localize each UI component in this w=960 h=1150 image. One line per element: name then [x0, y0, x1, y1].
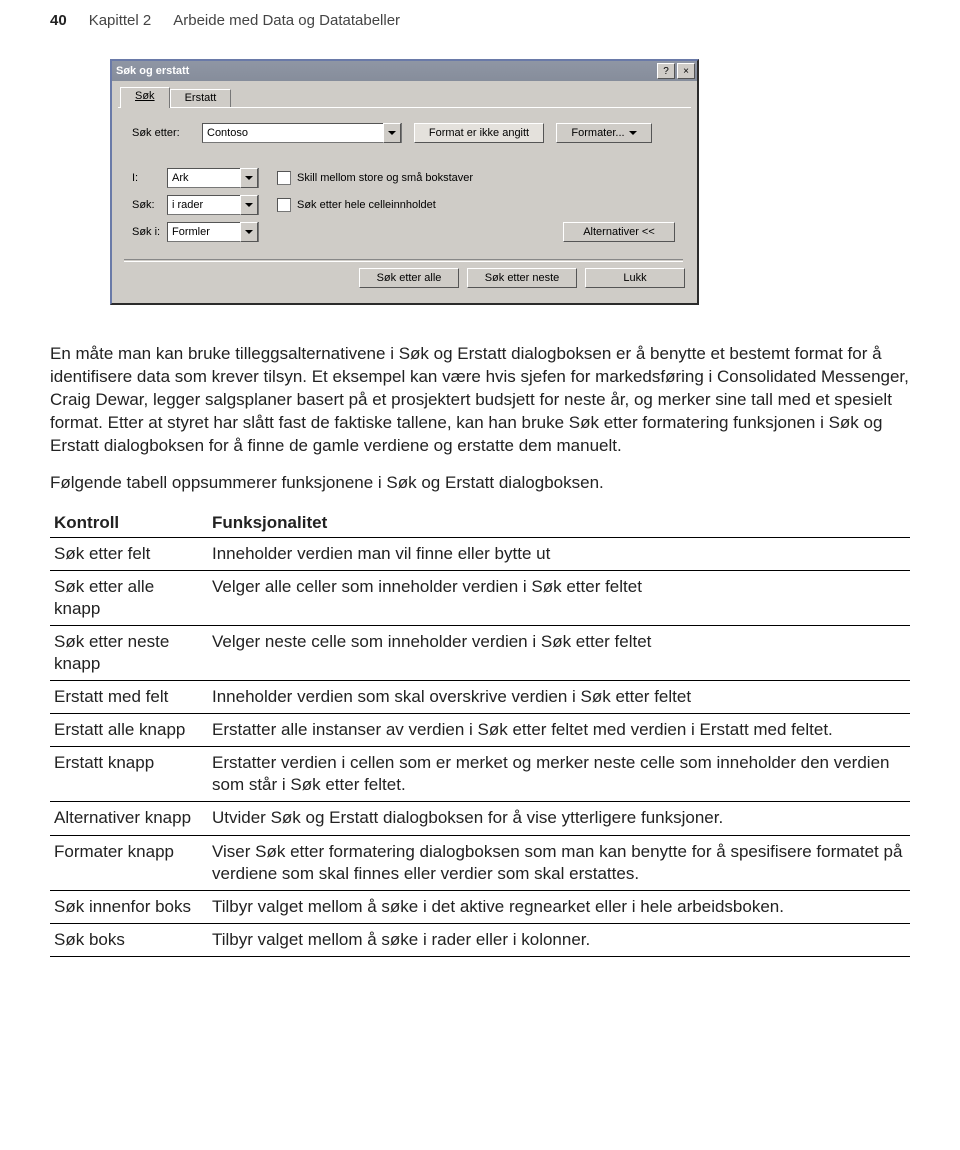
tab-sok[interactable]: Søk — [120, 87, 170, 108]
cell-funksjon: Tilbyr valget mellom å søke i det aktive… — [208, 890, 910, 923]
col-header-funksjonalitet: Funksjonalitet — [208, 509, 910, 538]
help-button[interactable]: ? — [657, 63, 675, 79]
dialog-title: Søk og erstatt — [116, 65, 655, 77]
table-row: Erstatt med feltInneholder verdien som s… — [50, 681, 910, 714]
direction-combo[interactable]: i rader — [167, 195, 259, 215]
label-i: I: — [132, 172, 167, 184]
cell-funksjon: Inneholder verdien som skal overskrive v… — [208, 681, 910, 714]
match-case-checkbox[interactable]: Skill mellom store og små bokstaver — [277, 171, 473, 185]
find-all-button[interactable]: Søk etter alle — [359, 268, 459, 288]
chevron-down-icon[interactable] — [240, 195, 258, 215]
close-dialog-button[interactable]: Lukk — [585, 268, 685, 288]
titlebar[interactable]: Søk og erstatt ? × — [112, 61, 697, 81]
cell-kontroll: Søk etter alle knapp — [50, 570, 208, 625]
table-row: Alternativer knappUtvider Søk og Erstatt… — [50, 802, 910, 835]
search-input[interactable]: Contoso — [202, 123, 402, 143]
table-row: Erstatt alle knappErstatter alle instans… — [50, 714, 910, 747]
cell-funksjon: Velger alle celler som inneholder verdie… — [208, 570, 910, 625]
cell-funksjon: Erstatter verdien i cellen som er merket… — [208, 747, 910, 802]
find-next-button[interactable]: Søk etter neste — [467, 268, 577, 288]
cell-funksjon: Utvider Søk og Erstatt dialogboksen for … — [208, 802, 910, 835]
cell-kontroll: Alternativer knapp — [50, 802, 208, 835]
cell-funksjon: Velger neste celle som inneholder verdie… — [208, 625, 910, 680]
cell-funksjon: Inneholder verdien man vil finne eller b… — [208, 537, 910, 570]
cell-kontroll: Søk etter felt — [50, 537, 208, 570]
direction-combo-value: i rader — [172, 199, 203, 211]
chevron-down-icon — [629, 131, 637, 135]
table-row: Formater knappViser Søk etter formaterin… — [50, 835, 910, 890]
alternativer-button-label: Alternativer << — [583, 226, 655, 238]
format-display-text: Format er ikke angitt — [429, 127, 529, 139]
whole-cell-label: Søk etter hele celleinnholdet — [297, 199, 436, 211]
cell-funksjon: Viser Søk etter formatering dialogboksen… — [208, 835, 910, 890]
table-row: Søk etter feltInneholder verdien man vil… — [50, 537, 910, 570]
page-number: 40 — [50, 12, 67, 29]
help-icon: ? — [663, 66, 669, 77]
table-row: Søk etter neste knappVelger neste celle … — [50, 625, 910, 680]
search-input-value: Contoso — [207, 127, 248, 139]
col-header-kontroll: Kontroll — [50, 509, 208, 538]
cell-funksjon: Tilbyr valget mellom å søke i rader elle… — [208, 923, 910, 956]
divider — [124, 259, 683, 262]
table-row: Søk innenfor boksTilbyr valget mellom å … — [50, 890, 910, 923]
find-replace-dialog: Søk og erstatt ? × Søk Erstatt Søk ett — [110, 59, 699, 305]
cell-kontroll: Søk boks — [50, 923, 208, 956]
within-combo[interactable]: Ark — [167, 168, 259, 188]
formater-button-label: Formater... — [571, 127, 624, 139]
cell-kontroll: Søk innenfor boks — [50, 890, 208, 923]
label-sok: Søk: — [132, 199, 167, 211]
whole-cell-checkbox[interactable]: Søk etter hele celleinnholdet — [277, 198, 436, 212]
checkbox-icon — [277, 171, 291, 185]
find-all-button-label: Søk etter alle — [377, 272, 442, 284]
cell-kontroll: Erstatt alle knapp — [50, 714, 208, 747]
chapter-ref: Kapittel 2 — [89, 12, 152, 29]
close-dialog-button-label: Lukk — [623, 272, 646, 284]
close-button[interactable]: × — [677, 63, 695, 79]
find-next-button-label: Søk etter neste — [485, 272, 560, 284]
table-row: Søk etter alle knappVelger alle celler s… — [50, 570, 910, 625]
lookin-combo[interactable]: Formler — [167, 222, 259, 242]
cell-kontroll: Søk etter neste knapp — [50, 625, 208, 680]
format-display: Format er ikke angitt — [414, 123, 544, 143]
label-sok-etter: Søk etter: — [132, 127, 202, 139]
chevron-down-icon[interactable] — [240, 168, 258, 188]
close-icon: × — [683, 66, 689, 77]
checkbox-icon — [277, 198, 291, 212]
chevron-down-icon[interactable] — [383, 123, 401, 143]
cell-kontroll: Formater knapp — [50, 835, 208, 890]
formater-button[interactable]: Formater... — [556, 123, 652, 143]
chapter-title: Arbeide med Data og Datatabeller — [173, 12, 400, 29]
tab-erstatt[interactable]: Erstatt — [170, 89, 232, 108]
label-sok-i: Søk i: — [132, 226, 167, 238]
match-case-label: Skill mellom store og små bokstaver — [297, 172, 473, 184]
tab-label-sok: Søk — [135, 90, 155, 102]
lookin-combo-value: Formler — [172, 226, 210, 238]
tab-label-erstatt: Erstatt — [185, 92, 217, 104]
paragraph-1: En måte man kan bruke tilleggsalternativ… — [50, 343, 910, 458]
cell-kontroll: Erstatt knapp — [50, 747, 208, 802]
cell-funksjon: Erstatter alle instanser av verdien i Sø… — [208, 714, 910, 747]
paragraph-2: Følgende tabell oppsummerer funksjonene … — [50, 472, 910, 495]
cell-kontroll: Erstatt med felt — [50, 681, 208, 714]
chevron-down-icon[interactable] — [240, 222, 258, 242]
table-row: Søk boksTilbyr valget mellom å søke i ra… — [50, 923, 910, 956]
functions-table: Kontroll Funksjonalitet Søk etter feltIn… — [50, 509, 910, 957]
within-combo-value: Ark — [172, 172, 189, 184]
page-header: 40 Kapittel 2 Arbeide med Data og Datata… — [50, 12, 910, 29]
table-row: Erstatt knappErstatter verdien i cellen … — [50, 747, 910, 802]
alternativer-button[interactable]: Alternativer << — [563, 222, 675, 242]
